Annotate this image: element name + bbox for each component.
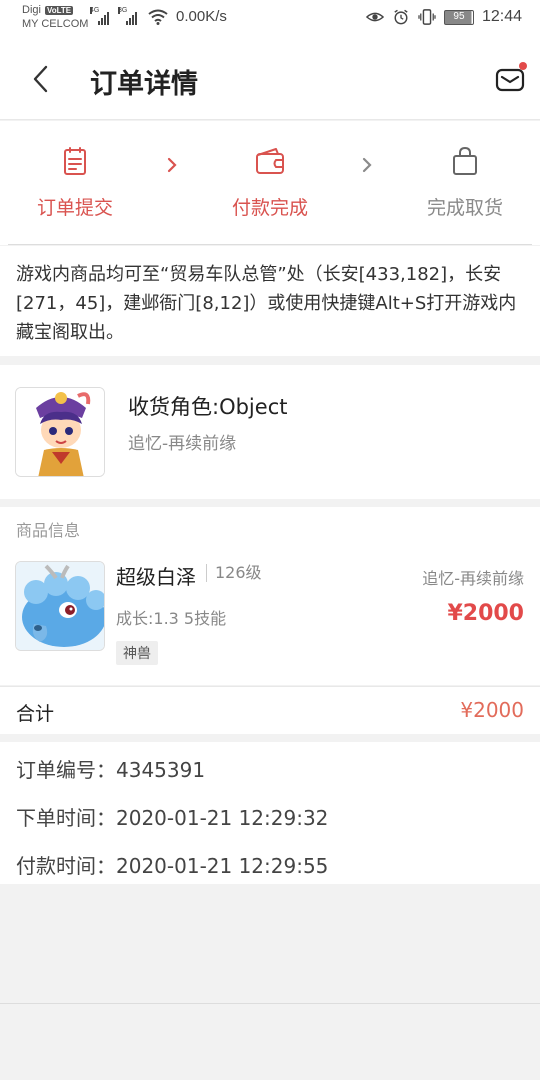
step-payment-complete: 付款完成 (200, 145, 340, 220)
order-progress: 订单提交 付款完成 完成取货 (0, 121, 540, 245)
unread-dot (519, 62, 527, 70)
total-label: 合计 (16, 703, 55, 725)
volte-badge: VoLTE (44, 5, 74, 15)
step-label: 付款完成 (231, 197, 308, 219)
divider (0, 1003, 540, 1004)
carrier-info: Digi VoLTE MY CELCOM (22, 4, 88, 30)
receiver-card: 收货角色:Object 追忆-再续前缘 (0, 365, 540, 499)
vibrate-icon (418, 9, 436, 25)
signal-icon: 3G (118, 6, 142, 25)
step-label: 订单提交 (36, 197, 113, 219)
receiver-server: 追忆-再续前缘 (128, 434, 237, 454)
pet-growth: 成长:1.3 5技能 (116, 609, 227, 628)
network-speed: 0.00K/s (176, 8, 227, 25)
step-pickup-complete: 完成取货 (395, 145, 535, 220)
pet-price: ¥2000 (447, 601, 524, 626)
pet-level: 126级 (206, 564, 262, 582)
step-order-submitted: 订单提交 (5, 145, 145, 220)
network-indicators: 4G 3G 0.00K/s (90, 6, 227, 25)
carrier-name: Digi (22, 4, 41, 16)
app-header: 订单详情 (0, 40, 540, 120)
pet-name: 超级白泽 (116, 565, 196, 589)
system-indicators: 95 12:44 (365, 8, 522, 26)
bag-icon (453, 146, 477, 175)
step-label: 完成取货 (426, 197, 503, 219)
page-title: 订单详情 (90, 69, 198, 100)
chevron-right-icon (167, 157, 177, 173)
eye-icon (365, 12, 384, 22)
order-info: 订单编号：4345391 下单时间：2020-01-21 12:29:32 付款… (0, 742, 540, 884)
receiver-role: 收货角色:Object (128, 395, 288, 419)
order-number: 订单编号：4345391 (16, 758, 206, 782)
payment-time: 付款时间：2020-01-21 12:29:55 (16, 854, 329, 878)
divider (8, 244, 532, 245)
wifi-icon (148, 9, 168, 25)
carrier-name-secondary: MY CELCOM (22, 18, 89, 30)
pickup-notice: 游戏内商品均可至“贸易车队总管”处（长安[433,182]，长安[271，45]… (0, 246, 540, 356)
alarm-icon (394, 9, 408, 25)
clock: 12:44 (481, 8, 522, 25)
mail-icon[interactable] (494, 62, 528, 96)
goods-info: 商品信息 超级白泽 126级 追忆-再续前缘 成长:1.3 5技能 ¥2000 … (0, 507, 540, 685)
order-total: 合计 ¥2000 (0, 686, 540, 734)
battery-icon: 95 (443, 9, 474, 25)
pet-image (15, 561, 105, 651)
character-avatar (15, 387, 105, 477)
pet-server: 追忆-再续前缘 (422, 569, 524, 588)
clipboard-icon (64, 147, 86, 175)
pet-type-tag: 神兽 (116, 641, 158, 665)
wallet-icon (256, 148, 284, 174)
order-time: 下单时间：2020-01-21 12:29:32 (16, 806, 329, 830)
chevron-right-icon (362, 157, 372, 173)
total-value: ¥2000 (460, 698, 524, 722)
status-bar: Digi VoLTE MY CELCOM 4G 3G 0.00K/s 95 12… (0, 0, 540, 40)
signal-icon: 4G (90, 6, 114, 25)
back-arrow-icon[interactable] (28, 64, 54, 94)
section-heading: 商品信息 (16, 521, 81, 540)
